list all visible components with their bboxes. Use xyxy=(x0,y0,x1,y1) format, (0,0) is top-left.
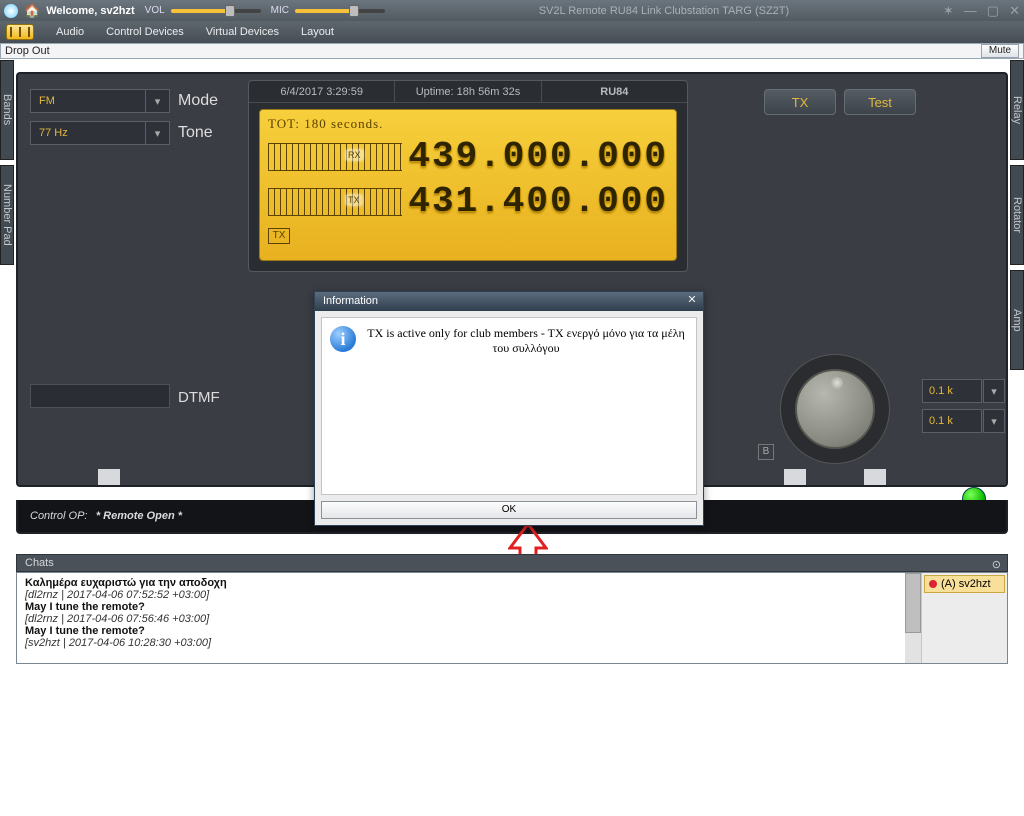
rx-ruler[interactable]: RX xyxy=(268,143,402,171)
side-tab-amp[interactable]: Amp xyxy=(1010,270,1024,370)
tx-ruler[interactable]: TX xyxy=(268,188,402,216)
chat-line: Καλημέρα ευχαριστώ για την αποδοχη xyxy=(25,577,897,589)
chevron-down-icon[interactable]: ▾ xyxy=(983,379,1005,403)
menu-bar: Audio Control Devices Virtual Devices La… xyxy=(0,21,1024,43)
lcd-profile[interactable]: RU84 xyxy=(542,81,687,102)
side-tab-bands[interactable]: Bands xyxy=(0,60,14,160)
chat-line: May I tune the remote? xyxy=(25,625,897,637)
mode-select[interactable]: FM ▾ xyxy=(30,89,170,113)
app-root: 🏠 Welcome, sv2hzt VOL MIC SV2L Remote RU… xyxy=(0,0,1024,816)
dtmf-label: DTMF xyxy=(178,389,220,406)
close-button[interactable]: ✕ xyxy=(1009,3,1020,19)
rx-frequency[interactable]: 439.000.000 xyxy=(408,136,668,177)
bottom-handle-right[interactable] xyxy=(864,469,886,485)
chat-meta: [sv2hzt | 2017-04-06 10:28:30 +03:00] xyxy=(25,637,897,649)
dtmf-input[interactable] xyxy=(30,384,170,408)
chevron-down-icon[interactable]: ▾ xyxy=(145,90,169,112)
mode-label: Mode xyxy=(178,92,218,110)
home-icon[interactable]: 🏠 xyxy=(24,3,40,19)
control-op-label: Control OP: xyxy=(30,510,87,522)
title-bar: 🏠 Welcome, sv2hzt VOL MIC SV2L Remote RU… xyxy=(0,0,1024,21)
chat-log[interactable]: Καλημέρα ευχαριστώ για την αποδοχη [dl2r… xyxy=(17,573,905,663)
welcome-label: Welcome, xyxy=(46,5,97,17)
dropout-label: Drop Out xyxy=(5,45,50,57)
lcd-uptime: Uptime: 18h 56m 32s xyxy=(395,81,541,102)
menu-control-devices[interactable]: Control Devices xyxy=(106,26,184,38)
tone-select[interactable]: 77 Hz ▾ xyxy=(30,121,170,145)
chat-meta: [dl2rnz | 2017-04-06 07:52:52 +03:00] xyxy=(25,589,897,601)
window-controls: ✶ — ▢ ✕ xyxy=(943,3,1020,19)
mic-label: MIC xyxy=(271,5,289,16)
chat-line: May I tune the remote? xyxy=(25,601,897,613)
chat-scrollbar[interactable] xyxy=(905,573,921,663)
user-name: sv2hzt xyxy=(100,5,134,17)
tx-frequency[interactable]: 431.400.000 xyxy=(408,181,668,222)
control-op-value: * Remote Open * xyxy=(96,510,182,522)
info-icon: i xyxy=(330,326,356,352)
tx-button[interactable]: TX xyxy=(764,89,836,115)
mode-value: FM xyxy=(39,95,55,107)
status-dot-icon xyxy=(929,580,937,588)
info-dialog: Information ✕ i TX is active only for cl… xyxy=(314,291,704,526)
chevron-down-icon[interactable]: ▾ xyxy=(145,122,169,144)
vol-label: VOL xyxy=(145,5,165,16)
side-tab-relay[interactable]: Relay xyxy=(1010,60,1024,160)
tx-indicator: TX xyxy=(268,228,290,244)
tone-value: 77 Hz xyxy=(39,127,68,139)
lcd-tot: TOT: 180 seconds. xyxy=(268,116,668,132)
chat-user-item[interactable]: (A) sv2hzt xyxy=(924,575,1005,593)
window-title: SV2L Remote RU84 Link Clubstation TARG (… xyxy=(385,5,943,17)
step-select-2[interactable]: 0.1 k ▾ xyxy=(922,409,982,433)
bottom-handle-left[interactable] xyxy=(98,469,120,485)
menu-virtual-devices[interactable]: Virtual Devices xyxy=(206,26,279,38)
dialog-title: Information xyxy=(323,295,378,307)
menu-layout[interactable]: Layout xyxy=(301,26,334,38)
tone-label: Tone xyxy=(178,124,213,142)
tuning-knob[interactable] xyxy=(780,354,890,464)
minimize-icon[interactable]: ✶ xyxy=(943,3,954,19)
mute-button[interactable]: Mute xyxy=(981,44,1019,58)
dialog-title-bar[interactable]: Information ✕ xyxy=(315,292,703,311)
dialog-ok-button[interactable]: OK xyxy=(321,501,697,519)
chat-meta: [dl2rnz | 2017-04-06 07:56:46 +03:00] xyxy=(25,613,897,625)
view-toggle[interactable] xyxy=(6,24,34,40)
pin-icon[interactable]: ⊙ xyxy=(992,557,1001,573)
lcd-display: 6/4/2017 3:29:59 Uptime: 18h 56m 32s RU8… xyxy=(248,80,688,272)
bottom-handle-mid[interactable] xyxy=(784,469,806,485)
chats-header[interactable]: Chats ⊙ xyxy=(16,554,1008,572)
side-tab-number-pad[interactable]: Number Pad xyxy=(0,165,14,265)
minimize-button[interactable]: — xyxy=(964,3,977,19)
chevron-down-icon[interactable]: ▾ xyxy=(983,409,1005,433)
lcd-datetime: 6/4/2017 3:29:59 xyxy=(249,81,395,102)
maximize-button[interactable]: ▢ xyxy=(987,3,999,19)
vfo-b-badge[interactable]: B xyxy=(758,444,774,460)
test-button[interactable]: Test xyxy=(844,89,916,115)
chats-panel: Καλημέρα ευχαριστώ για την αποδοχη [dl2r… xyxy=(16,572,1008,664)
side-tab-rotator[interactable]: Rotator xyxy=(1010,165,1024,265)
vol-slider[interactable] xyxy=(171,9,261,13)
step-select-1[interactable]: 0.1 k ▾ xyxy=(922,379,982,403)
menu-audio[interactable]: Audio xyxy=(56,26,84,38)
dialog-close-icon[interactable]: ✕ xyxy=(685,294,699,308)
dropout-bar: Drop Out Mute xyxy=(0,43,1024,59)
chat-user-list: (A) sv2hzt xyxy=(921,573,1007,663)
mic-slider[interactable] xyxy=(295,9,385,13)
app-icon xyxy=(4,4,18,18)
dialog-message: TX is active only for club members - TX … xyxy=(364,326,688,486)
